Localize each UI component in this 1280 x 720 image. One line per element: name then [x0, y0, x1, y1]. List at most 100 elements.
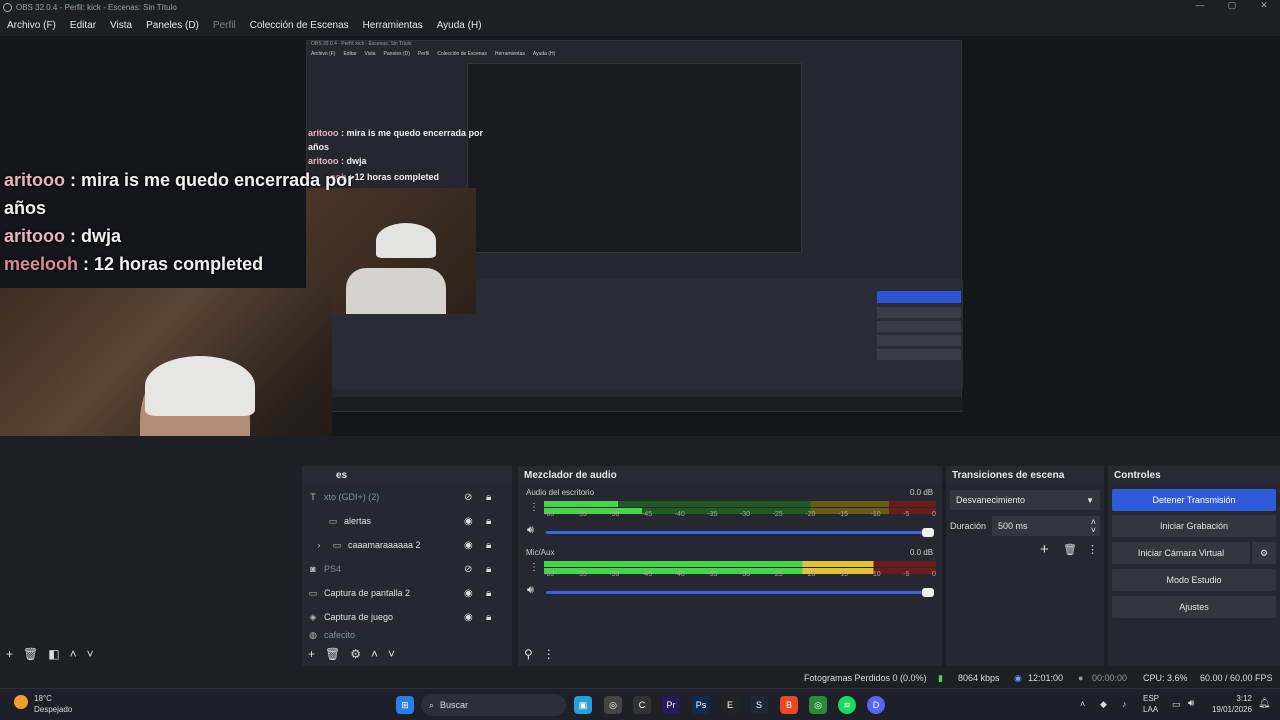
- volume-icon[interactable]: 🔊︎: [1188, 698, 1194, 709]
- add-icon[interactable]: +: [6, 647, 13, 661]
- move-down-icon[interactable]: ˅: [87, 647, 94, 661]
- tray-app-icon[interactable]: ◆: [1100, 699, 1107, 710]
- source-item[interactable]: ◍ cafecito: [306, 630, 506, 640]
- advanced-audio-icon[interactable]: ⚲: [524, 647, 533, 661]
- kebab-menu-icon[interactable]: ⋮: [1087, 543, 1098, 556]
- trash-icon[interactable]: 🗑︎: [1063, 543, 1077, 556]
- volume-slider-handle[interactable]: [922, 588, 934, 597]
- weather-widget[interactable]: 18°C Despejado: [14, 693, 72, 715]
- menu-editar[interactable]: Editar: [63, 20, 103, 31]
- mixer-channel-name: Audio del escritorio: [526, 488, 595, 497]
- volume-slider[interactable]: [546, 528, 934, 537]
- tray-chevron-icon[interactable]: ˄: [1080, 699, 1085, 709]
- discord-icon[interactable]: D: [867, 696, 885, 714]
- source-item[interactable]: › ▭ caaamaraaaaaa 2 ◉ 🔒︎: [312, 534, 512, 556]
- gear-icon[interactable]: ⚙: [350, 647, 361, 661]
- maximize-button[interactable]: ▢: [1216, 0, 1248, 11]
- speaker-icon[interactable]: 🔊︎: [527, 584, 534, 597]
- eye-icon[interactable]: ◉: [464, 516, 473, 527]
- filter-icon[interactable]: ◧: [48, 647, 59, 661]
- record-time: 00:00:00: [1092, 673, 1128, 683]
- epic-games-icon[interactable]: E: [721, 696, 739, 714]
- meter-scale-tick: -55: [576, 571, 587, 578]
- menu-paneles[interactable]: Paneles (D): [139, 20, 206, 31]
- volume-slider-handle[interactable]: [922, 528, 934, 537]
- source-item[interactable]: ◈ Captura de juego ◉ 🔒︎: [306, 606, 506, 628]
- kebab-menu-icon[interactable]: ⋮: [529, 502, 539, 513]
- premiere-icon[interactable]: Pr: [662, 696, 680, 714]
- network-icon[interactable]: ▭: [1172, 699, 1181, 710]
- source-item[interactable]: ▭ alertas ◉ 🔒︎: [326, 510, 526, 532]
- source-item[interactable]: Txto (GDI+) (2) ⊘ 🔒︎: [306, 486, 506, 508]
- photoshop-icon[interactable]: Ps: [692, 696, 710, 714]
- menu-ayuda[interactable]: Ayuda (H): [430, 20, 489, 31]
- microphone-icon[interactable]: ♪: [1122, 699, 1127, 709]
- menu-herramientas[interactable]: Herramientas: [356, 20, 430, 31]
- eye-hidden-icon[interactable]: ⊘: [464, 492, 472, 503]
- eye-icon[interactable]: ◉: [464, 612, 473, 623]
- move-up-icon[interactable]: ˄: [371, 647, 378, 661]
- taskbar-search[interactable]: ⌕ Buscar: [421, 694, 566, 716]
- lock-icon[interactable]: 🔒︎: [486, 588, 491, 599]
- trash-icon[interactable]: 🗑︎: [23, 647, 38, 661]
- source-item[interactable]: ▭ Captura de pantalla 2 ◉ 🔒︎: [306, 582, 506, 604]
- eye-icon[interactable]: ◉: [464, 588, 473, 599]
- source-item[interactable]: ◙ PS4 ⊘ 🔒︎: [306, 558, 506, 580]
- text-icon: T: [310, 492, 316, 502]
- lock-icon[interactable]: 🔒︎: [486, 564, 491, 575]
- menu-coleccion-escenas[interactable]: Colección de Escenas: [243, 20, 356, 31]
- start-virtual-cam-button[interactable]: Iniciar Cámara Virtual: [1112, 542, 1250, 564]
- chevron-right-icon[interactable]: ›: [312, 540, 326, 550]
- add-icon[interactable]: +: [308, 647, 315, 661]
- brave-icon[interactable]: B: [780, 696, 798, 714]
- lock-icon[interactable]: 🔒︎: [486, 516, 491, 527]
- close-button[interactable]: ✕: [1248, 0, 1280, 11]
- mixer-toolbar: ⚲ ⋮: [524, 646, 555, 662]
- move-up-icon[interactable]: ˄: [70, 647, 77, 661]
- settings-button[interactable]: Ajustes: [1112, 596, 1276, 618]
- app-c-icon[interactable]: C: [633, 696, 651, 714]
- clock[interactable]: 3:12 19/01/2026: [1206, 693, 1252, 715]
- duration-spinbox[interactable]: 500 ms ˄ ˅: [992, 516, 1100, 536]
- stop-stream-button[interactable]: Detener Transmisión: [1112, 489, 1276, 511]
- windows-start-icon[interactable]: ⊞: [396, 696, 414, 714]
- start-recording-button[interactable]: Iniciar Grabación: [1112, 515, 1276, 537]
- menu-vista[interactable]: Vista: [103, 20, 139, 31]
- add-icon[interactable]: +: [1040, 541, 1049, 558]
- spotify-icon[interactable]: ≋: [838, 696, 856, 714]
- eye-hidden-icon[interactable]: ⊘: [464, 564, 472, 575]
- menu-perfil[interactable]: Perfil: [206, 20, 243, 31]
- stream-time: 12:01:00: [1028, 673, 1064, 683]
- meter-scale-tick: -25: [772, 571, 783, 578]
- sources-toolbar: + 🗑︎ ⚙ ˄ ˅: [308, 646, 395, 662]
- obs-taskbar-icon[interactable]: ◎: [604, 696, 622, 714]
- transition-select[interactable]: Desvanecimiento ▼: [950, 490, 1100, 510]
- task-view-icon[interactable]: ▣: [574, 696, 592, 714]
- trash-icon[interactable]: 🗑︎: [325, 647, 340, 661]
- menu-archivo[interactable]: Archivo (F): [0, 20, 63, 31]
- virtual-cam-settings-button[interactable]: ⚙: [1252, 542, 1276, 564]
- steam-icon[interactable]: S: [750, 696, 768, 714]
- language-indicator[interactable]: ESP LAA: [1143, 693, 1159, 715]
- lock-icon[interactable]: 🔒︎: [486, 540, 491, 551]
- meter-scale-tick: -5: [903, 571, 910, 578]
- minimize-button[interactable]: —: [1184, 0, 1216, 11]
- lock-icon[interactable]: 🔒︎: [486, 612, 491, 623]
- volume-slider[interactable]: [546, 588, 934, 597]
- notification-icon[interactable]: 🔔︎: [1258, 698, 1271, 709]
- spin-arrows-icon[interactable]: ˄ ˅: [1091, 518, 1096, 535]
- meter-scale-tick: -5: [903, 511, 910, 518]
- record-icon: ●: [1078, 673, 1084, 683]
- studio-mode-button[interactable]: Modo Estudio: [1112, 569, 1276, 591]
- nested-taskbar: [307, 397, 963, 411]
- windows-taskbar: 18°C Despejado ⊞ ⌕ Buscar ▣ ◎ C Pr Ps E …: [0, 688, 1280, 720]
- chrome-icon[interactable]: ◎: [809, 696, 827, 714]
- move-down-icon[interactable]: ˅: [388, 647, 395, 661]
- speaker-icon[interactable]: 🔊︎: [527, 524, 534, 537]
- obs-logo-icon: [3, 2, 12, 12]
- meter-scale-tick: -30: [739, 571, 751, 578]
- kebab-menu-icon[interactable]: ⋮: [543, 647, 555, 661]
- kebab-menu-icon[interactable]: ⋮: [529, 562, 539, 573]
- eye-icon[interactable]: ◉: [464, 540, 473, 551]
- lock-icon[interactable]: 🔒︎: [486, 492, 491, 503]
